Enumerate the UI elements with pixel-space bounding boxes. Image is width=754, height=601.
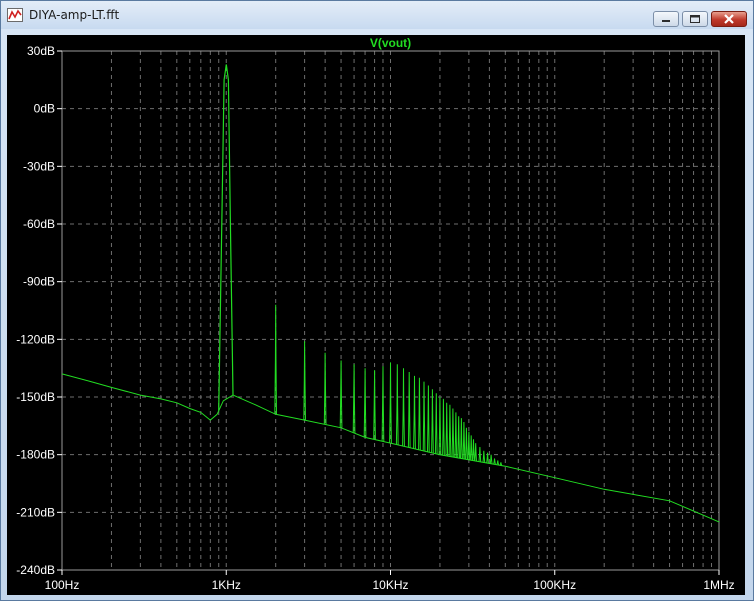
x-tick-label: 100Hz [45, 578, 80, 592]
harmonic-peak [489, 454, 493, 464]
harmonic-peak [467, 431, 471, 460]
harmonic-peak [422, 381, 426, 452]
harmonic-peak [445, 402, 449, 456]
x-tick-label: 1KHz [212, 578, 241, 592]
close-icon [724, 14, 734, 24]
x-tick-label: 1MHz [703, 578, 734, 592]
fft-chart: 30dB 0dB -30dB -60dB -90dB -120dB -150dB -180dB… [16, 36, 734, 592]
y-tick-label: 0dB [34, 102, 55, 116]
harmonic-peak [457, 416, 460, 459]
harmonic-peak [460, 418, 463, 459]
harmonic-peak [407, 371, 411, 448]
y-tick-label: -120dB [16, 332, 55, 346]
harmonic-peak [442, 398, 445, 456]
harmonic-peak [462, 421, 466, 459]
y-tick-label: 30dB [27, 44, 55, 58]
harmonic-peak [413, 375, 416, 449]
y-tick-label: -210dB [16, 505, 55, 519]
harmonic-peak [339, 360, 343, 428]
window-title: DIYA-amp-LT.fft [29, 8, 120, 22]
harmonic-peak [431, 389, 434, 453]
harmonic-peak [493, 458, 496, 465]
maximize-button[interactable] [682, 11, 708, 27]
maximize-icon [690, 15, 700, 23]
y-tick-label: -30dB [23, 159, 55, 173]
harmonic-peak [427, 385, 430, 453]
harmonic-peak [478, 446, 482, 462]
y-tick-label: -180dB [16, 448, 55, 462]
harmonic-peak [472, 439, 475, 461]
minimize-icon [662, 20, 670, 22]
harmonic-peak [469, 435, 473, 461]
title-bar[interactable]: DIYA-amp-LT.fft [1, 1, 753, 29]
fft-window: DIYA-amp-LT.fft 30dB 0dB -30dB -60dB -90dB -1… [0, 0, 754, 601]
close-button[interactable] [711, 11, 747, 27]
y-tick-label: -60dB [23, 217, 55, 231]
harmonic-peak [451, 408, 455, 458]
harmonic-peak [418, 377, 421, 450]
plot-area[interactable]: 30dB 0dB -30dB -60dB -90dB -120dB -150dB -180dB… [7, 35, 745, 595]
harmonic-peak [474, 443, 477, 462]
minimize-button[interactable] [653, 11, 679, 27]
x-tick-label: 10KHz [372, 578, 408, 592]
harmonic-peak [303, 341, 306, 421]
x-tick-label: 100KHz [533, 578, 576, 592]
y-tick-label: -240dB [16, 563, 55, 577]
trace-title: V(vout) [370, 36, 411, 50]
harmonic-peak [482, 450, 486, 463]
harmonic-peak [448, 404, 452, 457]
y-tick-label: -150dB [16, 390, 55, 404]
harmonic-peak [395, 364, 399, 445]
harmonic-peak [454, 412, 458, 458]
harmonic-peak [434, 393, 438, 454]
waveform-app-icon [7, 8, 23, 22]
harmonic-peak [465, 427, 468, 460]
y-tick-label: -90dB [23, 275, 55, 289]
harmonic-peak [402, 368, 405, 447]
harmonic-peak [496, 460, 500, 466]
